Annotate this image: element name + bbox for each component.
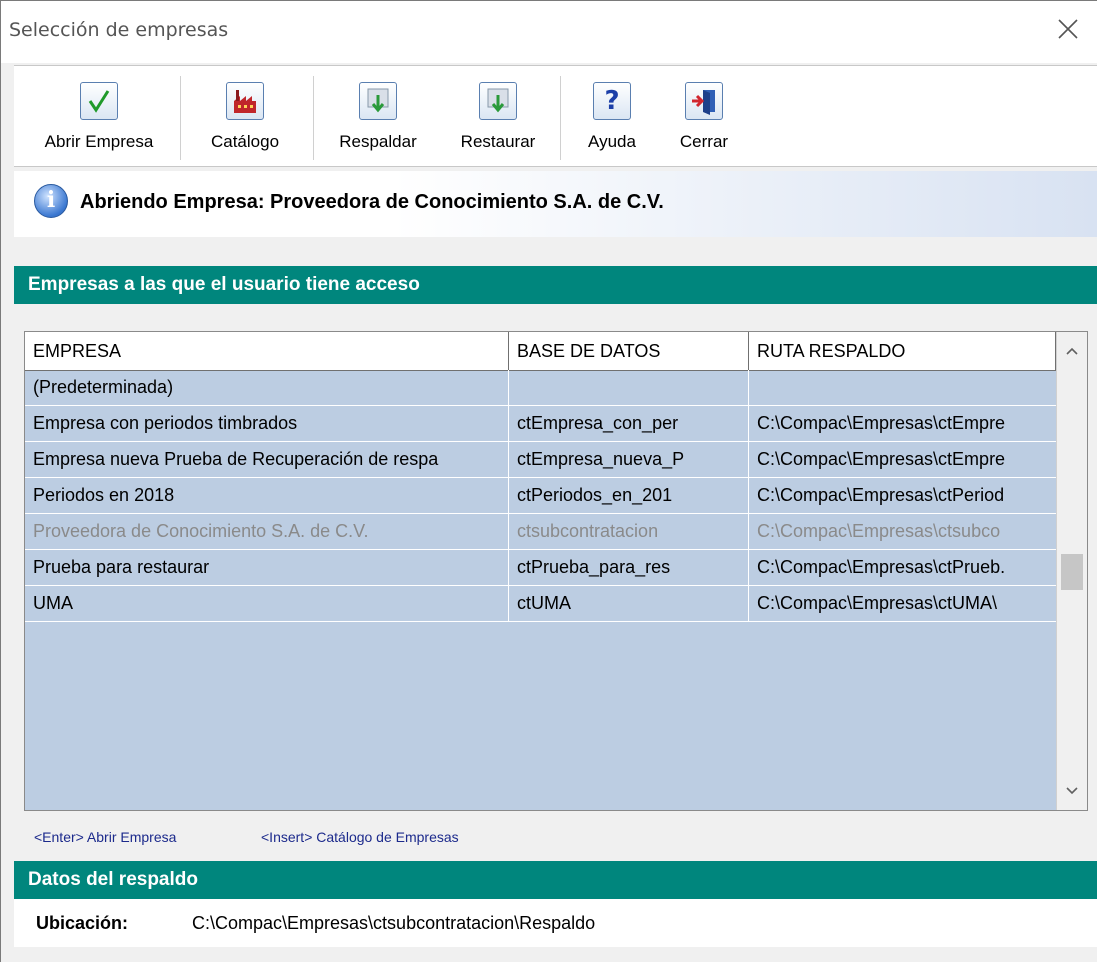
cell-empresa: Proveedora de Conocimiento S.A. de C.V. bbox=[25, 514, 509, 549]
window-title: Selección de empresas bbox=[9, 19, 229, 41]
toolbar: Abrir Empresa Catálogo Respaldar Restaur… bbox=[14, 65, 1097, 167]
backup-icon bbox=[359, 82, 397, 120]
restore-button[interactable]: Restaurar bbox=[442, 66, 554, 166]
column-header-ruta-respaldo[interactable]: RUTA RESPALDO bbox=[749, 332, 1057, 370]
table-row[interactable]: (Predeterminada) bbox=[25, 370, 1057, 406]
companies-section-header: Empresas a las que el usuario tiene acce… bbox=[14, 266, 1097, 304]
vertical-scrollbar[interactable] bbox=[1056, 332, 1087, 810]
cell-base-de-datos: ctEmpresa_con_per bbox=[509, 406, 749, 441]
location-value: C:\Compac\Empresas\ctsubcontratacion\Res… bbox=[192, 913, 596, 933]
insert-shortcut-hint[interactable]: <Insert> Catálogo de Empresas bbox=[261, 829, 459, 845]
cell-base-de-datos: ctEmpresa_nueva_P bbox=[509, 442, 749, 477]
status-bar: i Abriendo Empresa: Proveedora de Conoci… bbox=[14, 171, 1097, 237]
scrollbar-thumb[interactable] bbox=[1061, 554, 1083, 590]
cell-ruta-respaldo: C:\Compac\Empresas\ctUMA\ bbox=[757, 593, 998, 613]
cell-ruta-respaldo: C:\Compac\Empresas\ctPrueb. bbox=[757, 557, 1006, 577]
cell-empresa: (Predeterminada) bbox=[25, 370, 509, 405]
factory-icon bbox=[226, 82, 264, 120]
restore-icon bbox=[479, 82, 517, 120]
backup-details: Ubicación: C:\Compac\Empresas\ctsubcontr… bbox=[14, 899, 1097, 947]
status-message: Abriendo Empresa: Proveedora de Conocimi… bbox=[80, 191, 664, 213]
cell-ruta-respaldo bbox=[749, 370, 1057, 405]
title-bar: Selección de empresas bbox=[1, 1, 1097, 63]
check-icon bbox=[80, 82, 118, 120]
open-company-button[interactable]: Abrir Empresa bbox=[28, 66, 170, 166]
close-button[interactable]: Cerrar bbox=[666, 66, 742, 166]
help-label: Ayuda bbox=[588, 132, 636, 151]
cell-ruta-respaldo: C:\Compac\Empresas\ctEmpre bbox=[757, 413, 1006, 433]
catalog-label: Catálogo bbox=[210, 132, 280, 151]
backup-section-header: Datos del respaldo bbox=[14, 861, 1097, 899]
backup-button[interactable]: Respaldar bbox=[318, 66, 438, 166]
help-button[interactable]: ? Ayuda bbox=[570, 66, 654, 166]
cell-ruta-respaldo: C:\Compac\Empresas\ctsubco bbox=[757, 521, 1001, 541]
cell-base-de-datos bbox=[509, 370, 749, 405]
catalog-button[interactable]: Catálogo bbox=[190, 66, 300, 166]
table-row[interactable]: Prueba para restaurar ctPrueba_para_res … bbox=[25, 550, 1057, 586]
cell-ruta-respaldo: C:\Compac\Empresas\ctPeriod bbox=[757, 485, 1005, 505]
scroll-up-icon[interactable] bbox=[1057, 336, 1087, 366]
table-row-selected[interactable]: Proveedora de Conocimiento S.A. de C.V. … bbox=[25, 514, 1057, 550]
cell-empresa: Prueba para restaurar bbox=[25, 550, 509, 585]
exit-icon bbox=[685, 82, 723, 120]
column-header-empresa[interactable]: EMPRESA bbox=[25, 332, 509, 370]
restore-label: Restaurar bbox=[460, 132, 536, 151]
info-icon: i bbox=[34, 184, 68, 218]
column-header-base-de-datos[interactable]: BASE DE DATOS bbox=[509, 332, 749, 370]
location-label: Ubicación: bbox=[36, 913, 129, 933]
table-row[interactable]: Periodos en 2018 ctPeriodos_en_201 C:\Co… bbox=[25, 478, 1057, 514]
toolbar-separator bbox=[313, 76, 314, 160]
close-label: Cerrar bbox=[679, 132, 729, 151]
cell-base-de-datos: ctsubcontratacion bbox=[509, 514, 749, 549]
cell-empresa: Empresa nueva Prueba de Recuperación de … bbox=[25, 442, 509, 477]
grid-header: EMPRESA BASE DE DATOS RUTA RESPALDO bbox=[25, 332, 1057, 371]
toolbar-separator bbox=[180, 76, 181, 160]
cell-ruta-respaldo: C:\Compac\Empresas\ctEmpre bbox=[757, 449, 1006, 469]
table-row[interactable]: Empresa con periodos timbrados ctEmpresa… bbox=[25, 406, 1057, 442]
companies-grid[interactable]: EMPRESA BASE DE DATOS RUTA RESPALDO (Pre… bbox=[24, 331, 1088, 811]
help-icon: ? bbox=[593, 82, 631, 120]
close-icon[interactable] bbox=[1053, 11, 1083, 47]
cell-empresa: Empresa con periodos timbrados bbox=[25, 406, 509, 441]
cell-empresa: Periodos en 2018 bbox=[25, 478, 509, 513]
table-row[interactable]: Empresa nueva Prueba de Recuperación de … bbox=[25, 442, 1057, 478]
open-company-label: Abrir Empresa bbox=[44, 132, 154, 151]
toolbar-separator bbox=[560, 76, 561, 160]
scroll-down-icon[interactable] bbox=[1057, 776, 1087, 806]
cell-base-de-datos: ctPrueba_para_res bbox=[509, 550, 749, 585]
enter-shortcut-hint[interactable]: <Enter> Abrir Empresa bbox=[34, 829, 176, 845]
cell-base-de-datos: ctUMA bbox=[509, 586, 749, 621]
company-selection-window: Selección de empresas Abrir Empresa Catá… bbox=[0, 0, 1097, 962]
table-row[interactable]: UMA ctUMA C:\Compac\Empresas\ctUMA\ bbox=[25, 586, 1057, 622]
cell-base-de-datos: ctPeriodos_en_201 bbox=[509, 478, 749, 513]
cell-empresa: UMA bbox=[25, 586, 509, 621]
backup-label: Respaldar bbox=[339, 132, 417, 151]
